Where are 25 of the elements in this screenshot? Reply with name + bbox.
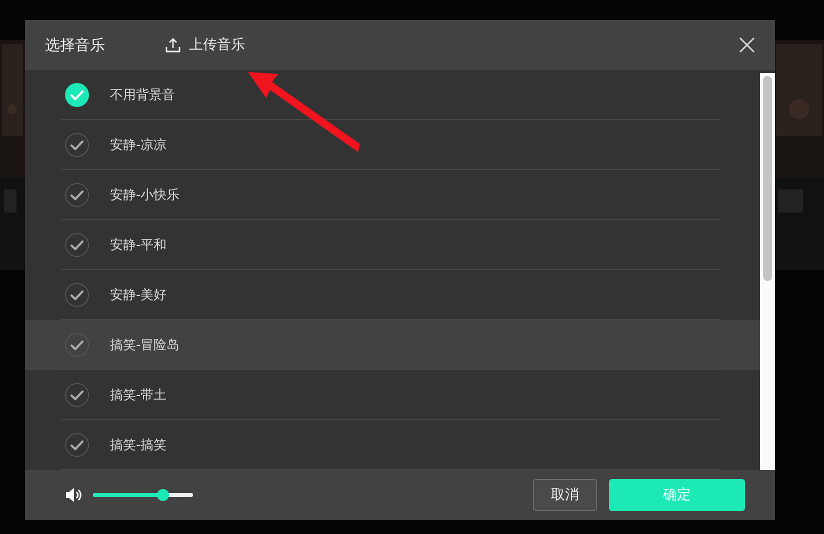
cancel-button[interactable]: 取消 xyxy=(533,479,597,511)
track-name: 不用背景音 xyxy=(110,86,175,104)
upload-icon xyxy=(165,37,181,53)
volume-icon[interactable] xyxy=(65,487,83,503)
check-icon[interactable] xyxy=(64,132,90,158)
track-name: 搞笑-带土 xyxy=(110,386,167,404)
check-icon[interactable] xyxy=(64,182,90,208)
check-icon[interactable] xyxy=(64,432,90,458)
track-name: 安静-小快乐 xyxy=(110,186,180,204)
scrollbar[interactable] xyxy=(760,73,775,470)
upload-button[interactable]: 上传音乐 xyxy=(165,36,245,54)
slider-handle[interactable] xyxy=(157,489,169,501)
check-icon[interactable] xyxy=(64,232,90,258)
track-row[interactable]: 搞笑-冒险岛 xyxy=(25,320,760,370)
check-icon[interactable] xyxy=(64,382,90,408)
track-name: 安静-美好 xyxy=(110,286,167,304)
track-name: 安静-凉凉 xyxy=(110,136,167,154)
track-name: 搞笑-搞笑 xyxy=(110,436,167,454)
close-icon[interactable] xyxy=(739,37,755,53)
track-name: 搞笑-冒险岛 xyxy=(110,336,180,354)
check-icon[interactable] xyxy=(64,332,90,358)
check-icon[interactable] xyxy=(64,282,90,308)
track-name: 安静-平和 xyxy=(110,236,167,254)
check-icon[interactable] xyxy=(64,82,90,108)
dialog-title: 选择音乐 xyxy=(45,36,106,54)
